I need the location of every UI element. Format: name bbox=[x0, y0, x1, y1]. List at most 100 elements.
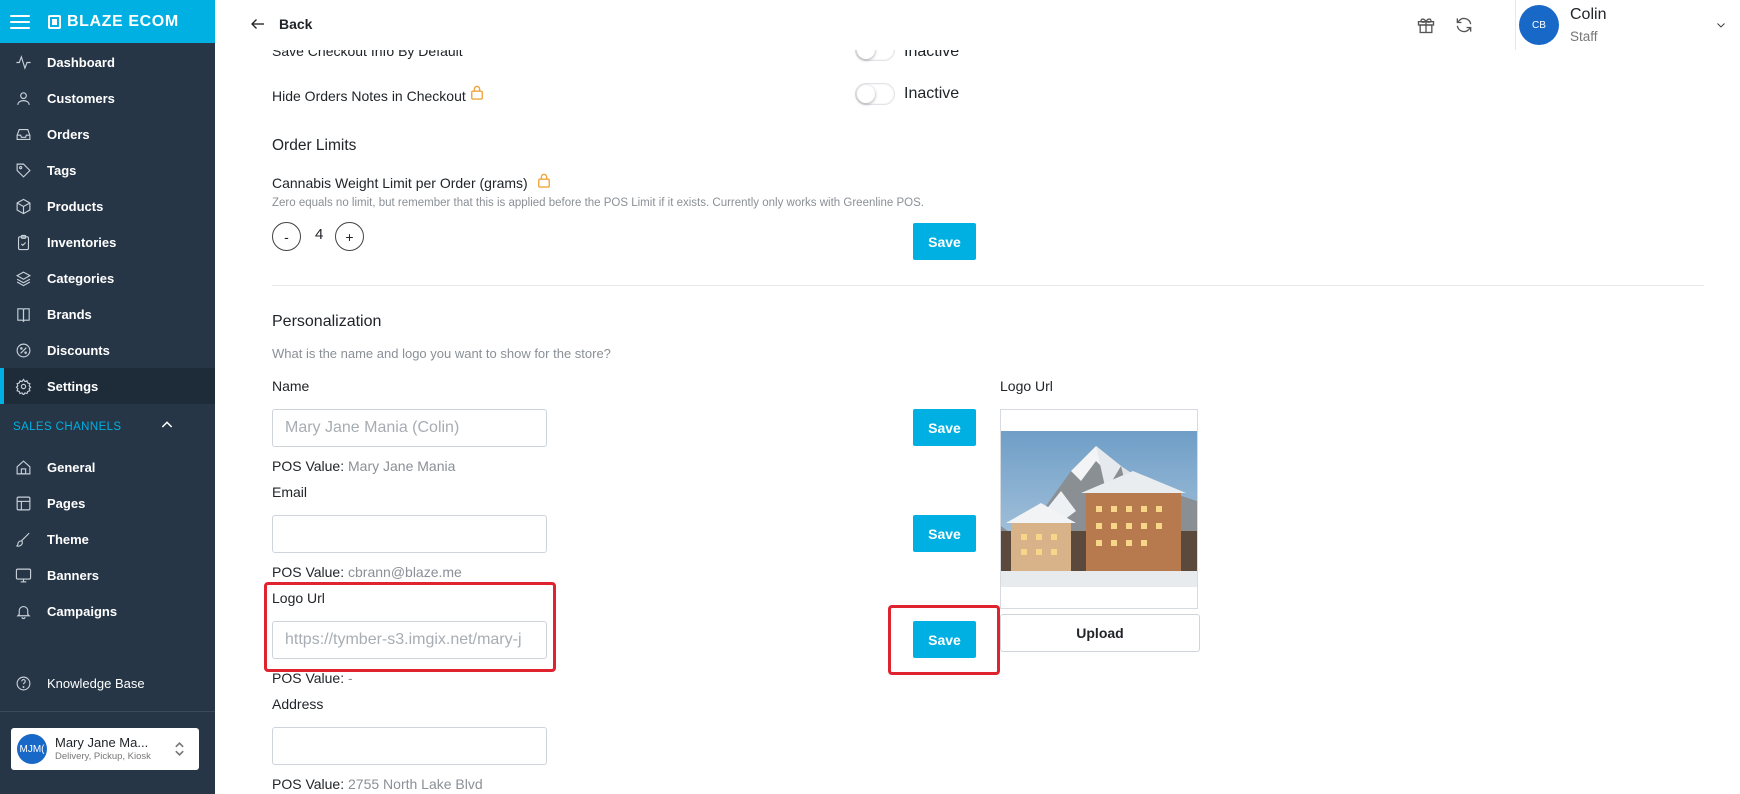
layers-icon bbox=[14, 269, 32, 287]
sidebar-item-tags[interactable]: Tags bbox=[0, 152, 215, 188]
topbar-divider bbox=[1515, 0, 1516, 50]
save-email-button[interactable]: Save bbox=[913, 515, 976, 552]
sidebar-item-banners[interactable]: Banners bbox=[0, 557, 215, 593]
bell-icon bbox=[14, 602, 32, 620]
user-avatar[interactable]: CB bbox=[1519, 5, 1559, 45]
highlight-logo-url-field bbox=[264, 582, 556, 672]
hide-notes-label: Hide Orders Notes in Checkout bbox=[272, 88, 466, 104]
highlight-save-logo-button bbox=[888, 605, 1000, 675]
chevron-down-icon[interactable] bbox=[1715, 18, 1727, 36]
decrement-button[interactable]: - bbox=[272, 222, 301, 251]
store-avatar: MJM( bbox=[17, 734, 47, 764]
weight-limit-helper: Zero equals no limit, but remember that … bbox=[272, 197, 924, 209]
sidebar-item-label: Brands bbox=[47, 306, 92, 322]
sidebar-item-customers[interactable]: Customers bbox=[0, 80, 215, 116]
sidebar-item-theme[interactable]: Theme bbox=[0, 521, 215, 557]
sidebar-nav: Dashboard Customers Orders Tags Products… bbox=[0, 44, 215, 404]
lock-icon bbox=[470, 85, 484, 105]
logo-url-pos-value: POS Value: - bbox=[272, 670, 353, 686]
sales-channels-header[interactable]: SALES CHANNELS bbox=[0, 406, 215, 448]
store-name: Mary Jane Ma... bbox=[55, 735, 149, 750]
sidebar-item-label: Knowledge Base bbox=[47, 675, 145, 691]
sidebar-item-inventories[interactable]: Inventories bbox=[0, 224, 215, 260]
pos-prefix: POS Value: bbox=[272, 670, 345, 686]
pos-value: cbrann@blaze.me bbox=[348, 564, 462, 580]
tag-icon bbox=[14, 161, 32, 179]
email-pos-value: POS Value: cbrann@blaze.me bbox=[272, 564, 462, 580]
back-button[interactable]: Back bbox=[249, 15, 312, 33]
pos-value: - bbox=[348, 670, 353, 686]
save-checkout-status: Inactive bbox=[904, 50, 960, 60]
personalization-title: Personalization bbox=[272, 313, 382, 330]
sidebar-item-discounts[interactable]: Discounts bbox=[0, 332, 215, 368]
sales-channels-label: SALES CHANNELS bbox=[13, 421, 122, 433]
arrow-left-icon bbox=[251, 19, 264, 29]
sidebar-item-label: Pages bbox=[47, 495, 86, 511]
percent-icon bbox=[14, 341, 32, 359]
refresh-icon[interactable] bbox=[1453, 14, 1475, 36]
save-checkout-label: Save Checkout Info By Default bbox=[272, 50, 463, 59]
brand-name: BLAZE ECOM bbox=[67, 12, 179, 30]
box-icon bbox=[14, 197, 32, 215]
chevron-up-icon[interactable] bbox=[159, 417, 175, 438]
upload-logo-button[interactable]: Upload bbox=[1000, 614, 1200, 652]
sidebar-item-label: Inventories bbox=[47, 234, 117, 250]
sidebar-item-label: Theme bbox=[47, 531, 89, 547]
sidebar-item-categories[interactable]: Categories bbox=[0, 260, 215, 296]
monitor-icon bbox=[14, 566, 32, 584]
name-input[interactable]: Mary Jane Mania (Colin) bbox=[272, 409, 547, 447]
sales-channels-nav: General Pages Theme Banners Campaigns bbox=[0, 449, 215, 629]
pos-value: Mary Jane Mania bbox=[348, 458, 456, 474]
sidebar-item-settings[interactable]: Settings bbox=[0, 368, 215, 404]
sidebar-item-dashboard[interactable]: Dashboard bbox=[0, 44, 215, 80]
sidebar-item-campaigns[interactable]: Campaigns bbox=[0, 593, 215, 629]
sidebar-item-label: Categories bbox=[47, 270, 115, 286]
address-pos-value: POS Value: 2755 North Lake Blvd bbox=[272, 776, 483, 792]
sidebar-item-label: Orders bbox=[47, 126, 90, 142]
hide-notes-toggle[interactable] bbox=[855, 83, 895, 105]
user-name[interactable]: Colin bbox=[1570, 6, 1606, 24]
layout-icon bbox=[14, 494, 32, 512]
sidebar-item-pages[interactable]: Pages bbox=[0, 485, 215, 521]
sidebar-item-brands[interactable]: Brands bbox=[0, 296, 215, 332]
sidebar-item-label: Discounts bbox=[47, 342, 110, 358]
name-label: Name bbox=[272, 378, 310, 394]
logo-preview-frame bbox=[1000, 409, 1198, 609]
settings-content: Save Checkout Info By Default Inactive H… bbox=[215, 50, 1740, 794]
home-icon bbox=[14, 458, 32, 476]
user-icon bbox=[14, 89, 32, 107]
sidebar-item-products[interactable]: Products bbox=[0, 188, 215, 224]
brand-mark-icon bbox=[48, 14, 61, 29]
pos-value: 2755 North Lake Blvd bbox=[348, 776, 483, 792]
hide-notes-status: Inactive bbox=[904, 85, 960, 102]
sidebar-item-general[interactable]: General bbox=[0, 449, 215, 485]
save-checkout-toggle[interactable] bbox=[855, 50, 895, 61]
help-circle-icon bbox=[14, 674, 32, 692]
address-input[interactable] bbox=[272, 727, 547, 765]
sidebar-item-label: Customers bbox=[47, 90, 115, 106]
sidebar-item-knowledge-base[interactable]: Knowledge Base bbox=[0, 665, 215, 701]
store-switcher[interactable]: MJM( Mary Jane Ma... Delivery, Pickup, K… bbox=[11, 728, 199, 770]
increment-button[interactable]: + bbox=[335, 222, 364, 251]
weight-limit-value: 4 bbox=[315, 226, 324, 243]
store-subtitle: Delivery, Pickup, Kiosk bbox=[55, 751, 151, 762]
gear-icon bbox=[14, 377, 32, 395]
save-name-button[interactable]: Save bbox=[913, 409, 976, 446]
order-limits-title: Order Limits bbox=[272, 137, 357, 154]
brand-logo[interactable]: BLAZE ECOM bbox=[48, 13, 179, 31]
name-pos-value: POS Value: Mary Jane Mania bbox=[272, 458, 455, 474]
email-input[interactable] bbox=[272, 515, 547, 553]
inbox-icon bbox=[14, 125, 32, 143]
address-label: Address bbox=[272, 696, 324, 712]
sidebar-item-orders[interactable]: Orders bbox=[0, 116, 215, 152]
gift-icon[interactable] bbox=[1415, 14, 1437, 36]
logo-preview-image bbox=[1001, 431, 1197, 587]
sidebar-item-label: Banners bbox=[47, 567, 100, 583]
save-weight-limit-button[interactable]: Save bbox=[913, 223, 976, 260]
hamburger-menu-icon[interactable] bbox=[10, 14, 30, 29]
back-label: Back bbox=[279, 16, 313, 32]
pos-prefix: POS Value: bbox=[272, 458, 345, 474]
section-divider bbox=[272, 285, 1704, 286]
pos-prefix: POS Value: bbox=[272, 776, 345, 792]
lock-icon bbox=[537, 173, 551, 193]
